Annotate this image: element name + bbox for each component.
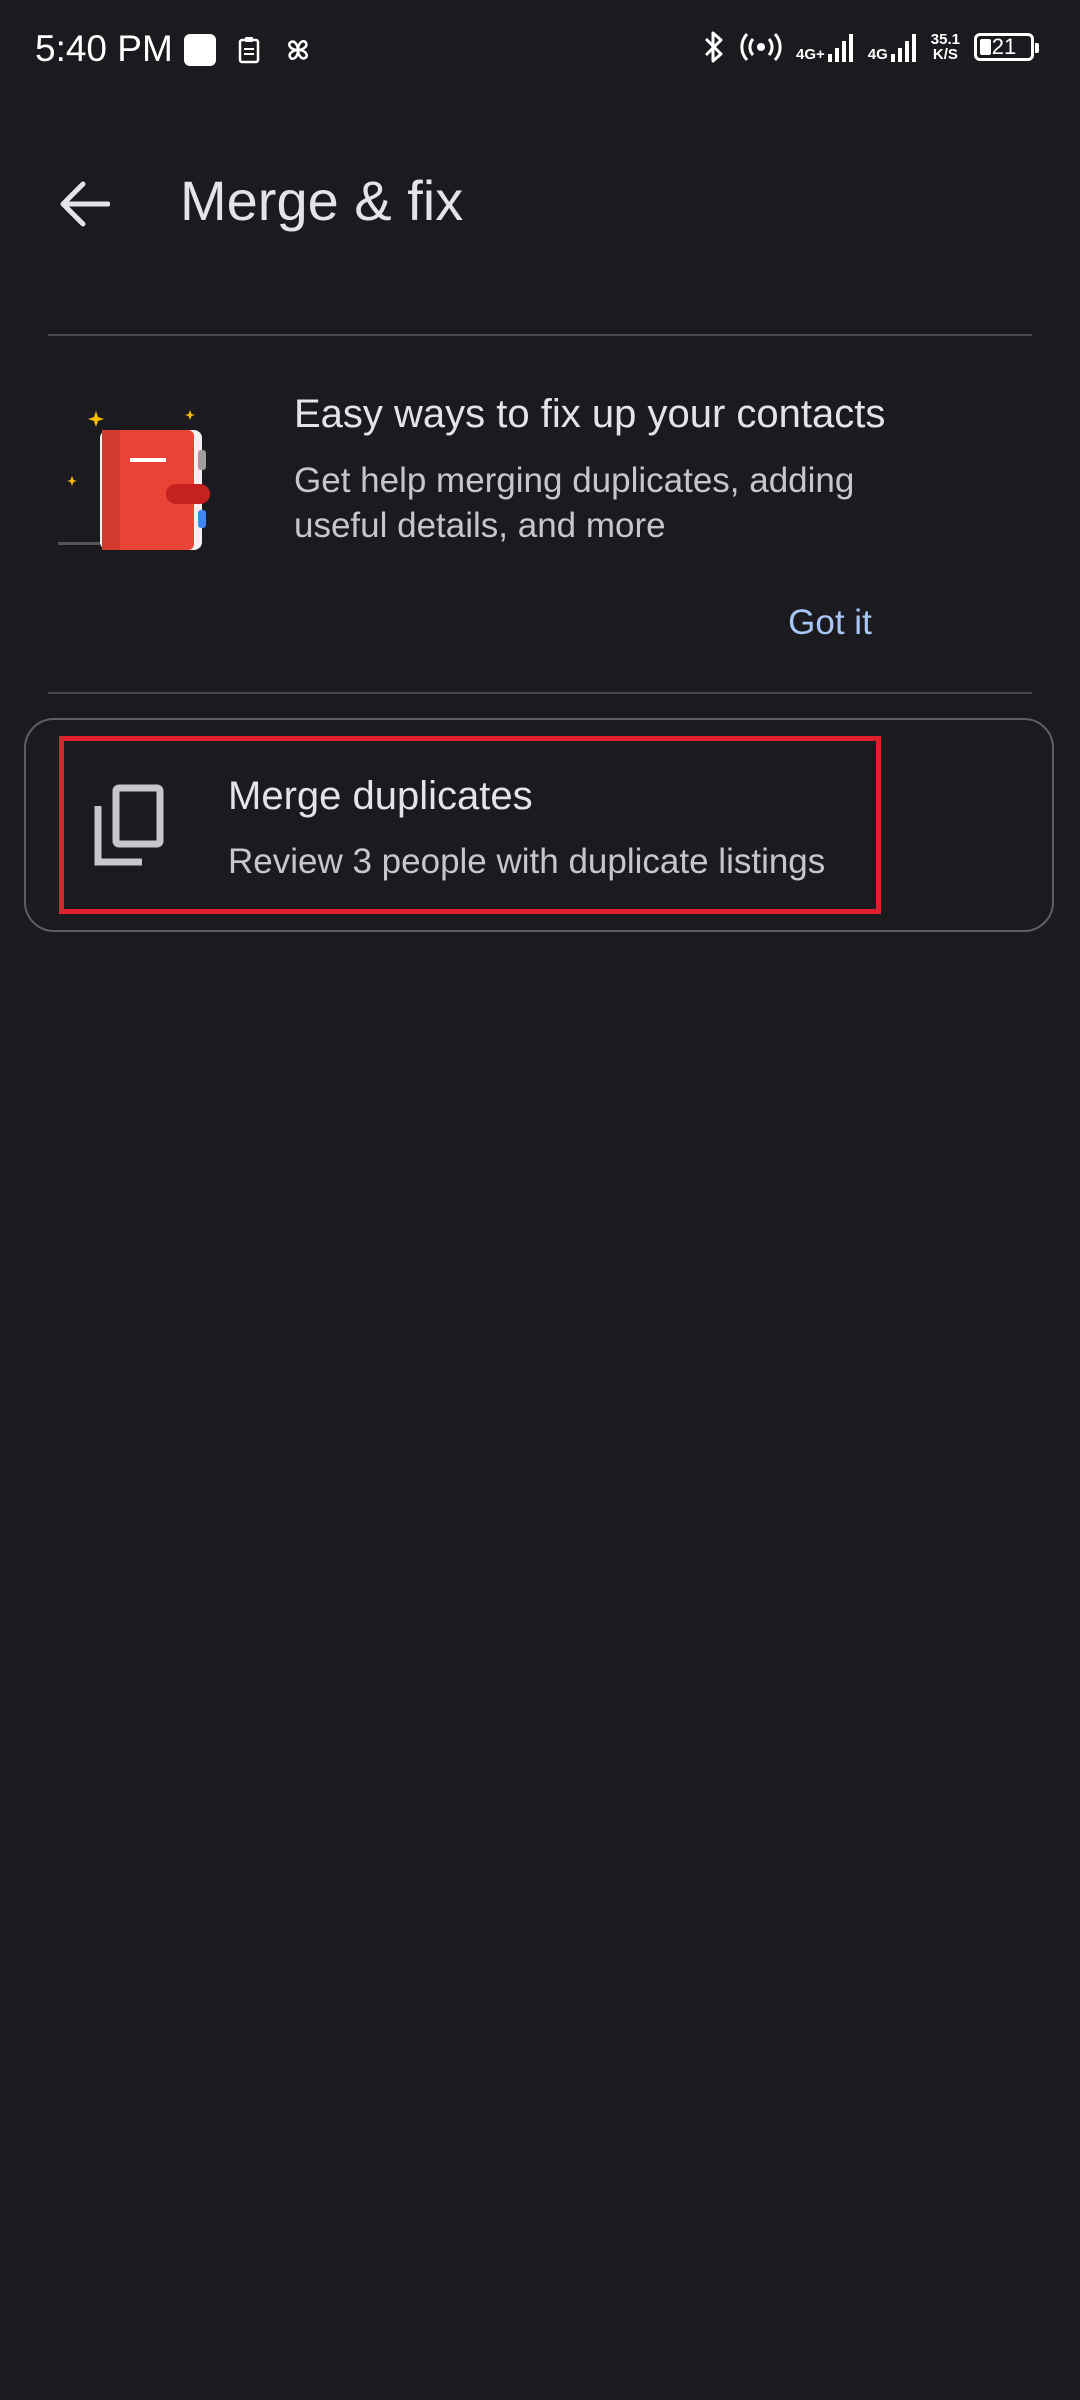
contacts-notebook-illustration xyxy=(58,410,210,550)
merge-duplicates-subtitle: Review 3 people with duplicate listings xyxy=(228,842,826,881)
divider-top xyxy=(48,334,1032,336)
network-speed-value: 35.1 xyxy=(930,31,960,48)
status-bar: 5:40 PM 4G+ 4G 35.1 K/S 21 xyxy=(0,0,1080,108)
network-type-2: 4G xyxy=(867,46,888,63)
network-type-1: 4G+ xyxy=(796,46,825,63)
pinwheel-icon xyxy=(288,40,308,60)
signal-bars-icon xyxy=(827,34,853,62)
signal-bars-icon xyxy=(890,34,916,62)
app-notification-icon xyxy=(184,34,216,66)
network-speed: 35.1 K/S xyxy=(931,32,960,62)
hotspot-icon xyxy=(740,32,782,62)
promo-body: Get help merging duplicates, adding usef… xyxy=(294,461,855,545)
page-title: Merge & fix xyxy=(180,169,464,232)
got-it-button[interactable]: Got it xyxy=(760,592,900,654)
highlight-box xyxy=(59,736,881,914)
battery-icon: 21 xyxy=(974,33,1039,61)
bluetooth-icon xyxy=(704,31,723,63)
copy-icon xyxy=(94,784,164,866)
promo-title: Easy ways to fix up your contacts xyxy=(294,392,886,436)
battery-level: 21 xyxy=(991,34,1017,59)
back-button[interactable] xyxy=(44,171,124,237)
merge-duplicates-title: Merge duplicates xyxy=(228,774,533,818)
status-notification-icons xyxy=(184,34,314,66)
clipboard-icon xyxy=(238,37,260,64)
signal-1: 4G+ xyxy=(796,32,854,62)
signal-2: 4G xyxy=(868,32,917,62)
network-speed-unit: K/S xyxy=(932,46,958,63)
app-bar: Merge & fix xyxy=(0,150,1080,260)
arrow-back-icon xyxy=(60,181,110,227)
status-time: 5:40 PM xyxy=(35,28,173,69)
status-system-icons: 4G+ 4G 35.1 K/S 21 xyxy=(702,30,1039,64)
divider-bottom xyxy=(48,692,1032,694)
